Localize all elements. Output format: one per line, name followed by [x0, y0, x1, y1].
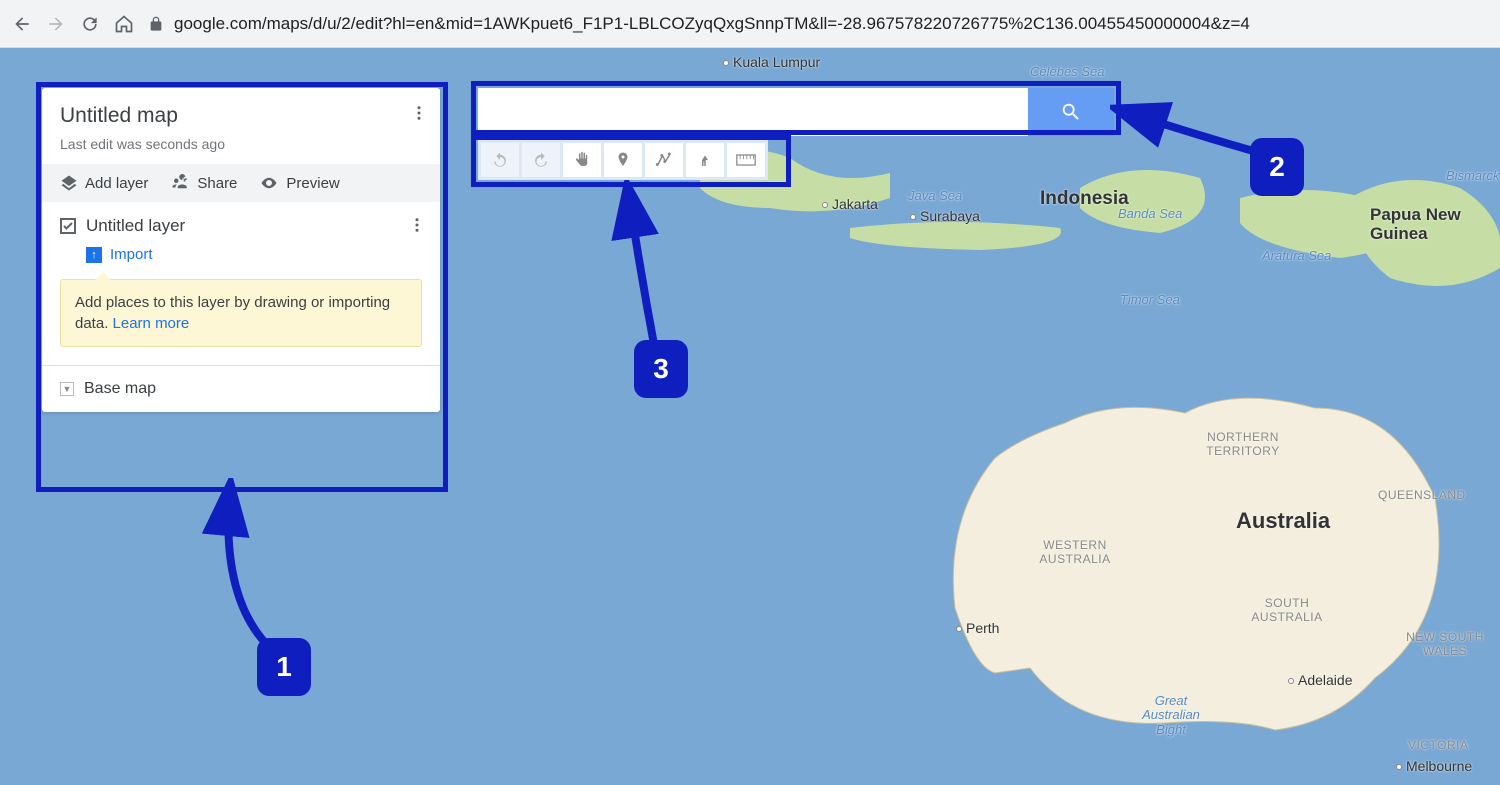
import-button[interactable]: ↑ Import: [86, 246, 422, 263]
marker-button[interactable]: [604, 143, 642, 177]
redo-button[interactable]: [522, 143, 560, 177]
import-icon: ↑: [86, 247, 102, 263]
map-title[interactable]: Untitled map: [60, 104, 422, 128]
learn-more-link[interactable]: Learn more: [113, 315, 190, 332]
reload-icon[interactable]: [80, 14, 100, 34]
callout-2: 2: [1250, 138, 1304, 196]
chevron-down-icon: ▼: [60, 382, 74, 396]
tooltip: Add places to this layer by drawing or i…: [60, 279, 422, 347]
directions-icon: [696, 151, 714, 169]
redo-icon: [532, 151, 550, 169]
home-icon[interactable]: [114, 14, 134, 34]
png-land: [1350, 168, 1500, 298]
search-input[interactable]: [478, 88, 1028, 136]
line-button[interactable]: [645, 143, 683, 177]
forward-icon[interactable]: [46, 14, 66, 34]
directions-button[interactable]: [686, 143, 724, 177]
arrow-3: [600, 180, 680, 360]
share-button[interactable]: Share: [170, 174, 237, 192]
eye-icon: [259, 174, 279, 192]
map-panel: Untitled map Last edit was seconds ago A…: [42, 88, 440, 412]
callout-1: 1: [257, 638, 311, 696]
layer-menu-icon[interactable]: [408, 216, 426, 239]
ruler-icon: [736, 153, 756, 167]
search-bar: [478, 88, 1114, 136]
undo-icon: [491, 151, 509, 169]
search-button[interactable]: [1028, 88, 1114, 136]
back-icon[interactable]: [12, 14, 32, 34]
basemap-row[interactable]: ▼ Base map: [42, 365, 440, 412]
australia-land: [935, 378, 1465, 778]
hand-icon: [573, 151, 591, 169]
search-icon: [1060, 101, 1082, 123]
map-canvas[interactable]: Kuala Lumpur Celebes Sea Jakarta Java Se…: [0, 48, 1500, 785]
panel-menu-icon[interactable]: [410, 104, 428, 127]
label-celebes: Celebes Sea: [1030, 64, 1104, 79]
panel-actions: Add layer Share Preview: [42, 164, 440, 202]
layer-title[interactable]: Untitled layer: [86, 216, 185, 236]
map-toolbar: [478, 140, 768, 180]
url-text[interactable]: google.com/maps/d/u/2/edit?hl=en&mid=1AW…: [174, 14, 1250, 34]
share-icon: [170, 174, 190, 192]
pan-button[interactable]: [563, 143, 601, 177]
marker-icon: [614, 151, 632, 169]
line-icon: [655, 151, 673, 169]
layer-section: Untitled layer ↑ Import Add places to th…: [42, 202, 440, 365]
lock-icon: [148, 16, 164, 32]
undo-button[interactable]: [481, 143, 519, 177]
arrow-1: [190, 478, 300, 658]
ruler-button[interactable]: [727, 143, 765, 177]
preview-button[interactable]: Preview: [259, 174, 339, 192]
layer-checkbox[interactable]: [60, 218, 76, 234]
callout-3: 3: [634, 340, 688, 398]
browser-bar: google.com/maps/d/u/2/edit?hl=en&mid=1AW…: [0, 0, 1500, 48]
layers-icon: [60, 174, 78, 192]
add-layer-button[interactable]: Add layer: [60, 174, 148, 192]
last-edit-text: Last edit was seconds ago: [60, 136, 422, 152]
label-kuala-lumpur: Kuala Lumpur: [723, 54, 820, 70]
